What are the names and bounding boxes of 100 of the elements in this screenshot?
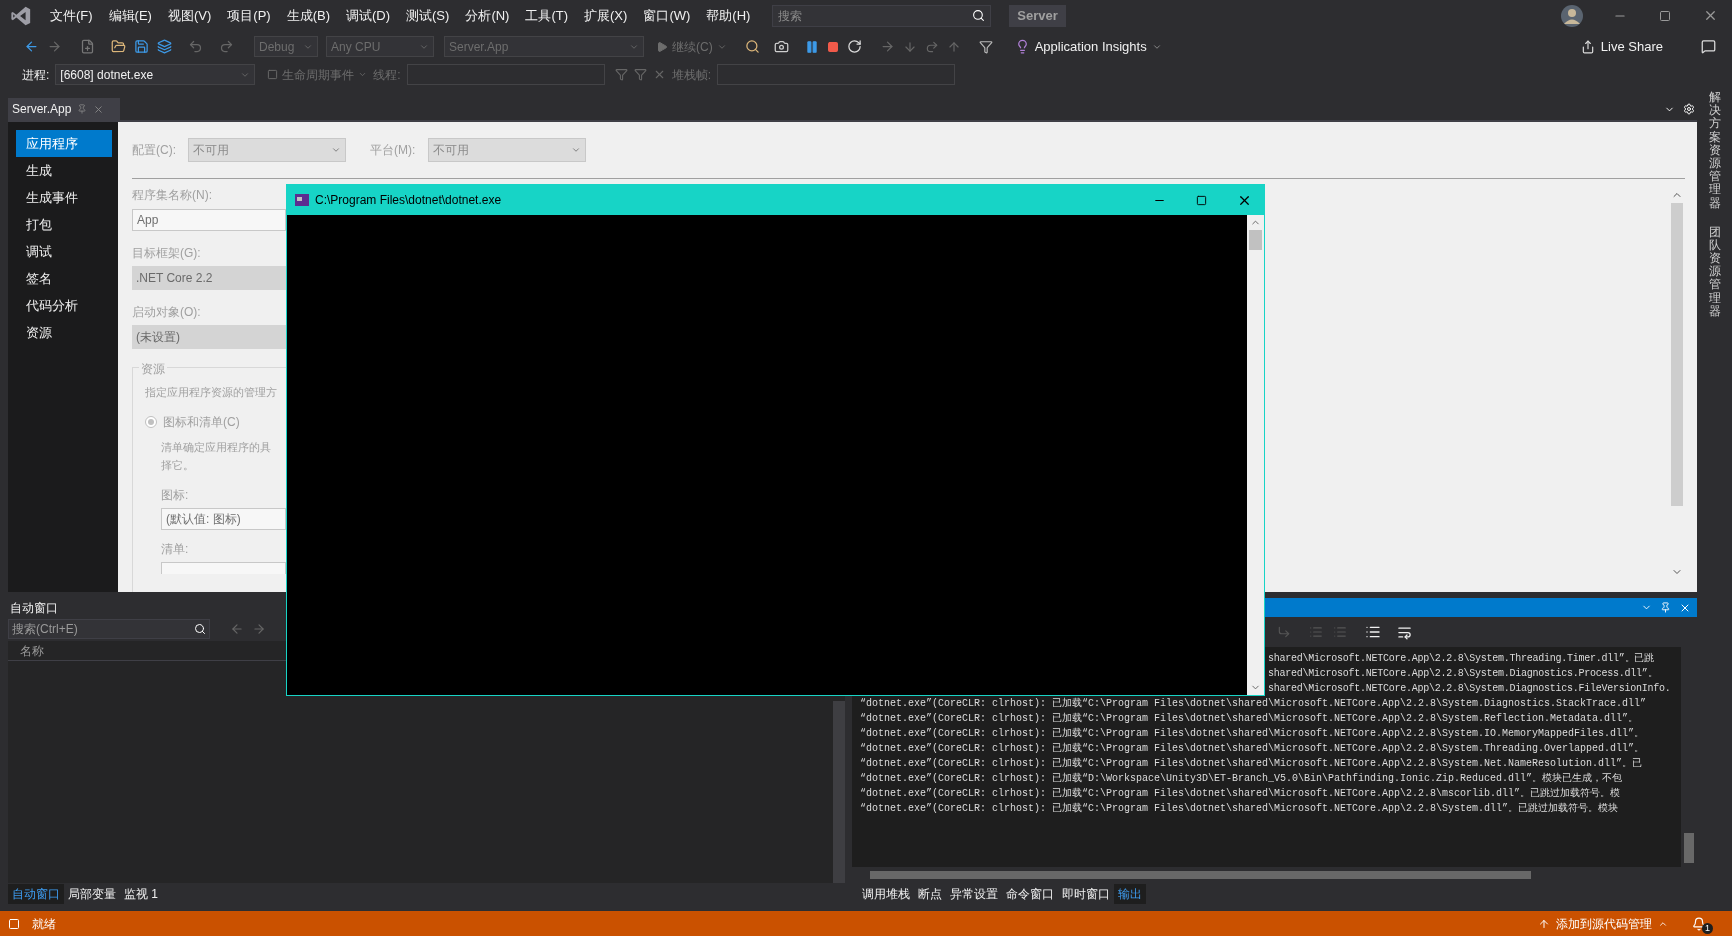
- nav-item[interactable]: 代码分析: [16, 292, 112, 319]
- menu-item[interactable]: 工具(T): [517, 5, 577, 26]
- startup-object-dropdown[interactable]: (未设置): [132, 325, 286, 349]
- forward-icon[interactable]: [47, 39, 62, 54]
- menu-item[interactable]: 扩展(X): [576, 5, 636, 26]
- panel-tab[interactable]: 局部变量: [64, 884, 120, 904]
- configuration-label: 配置(C):: [132, 142, 177, 159]
- output-line: “dotnet.exe”(CoreCLR: clrhost): 已加载“C:\Program Files\dotnet\shared\Microsoft.NETCore.App\2.2.8\mscorlib.dll”。已跳过加载符号。模: [860, 786, 1621, 801]
- thread-label: 线程:: [373, 66, 401, 84]
- panel-tab[interactable]: 命令窗口: [1002, 884, 1058, 904]
- application-insights-button[interactable]: Application Insights: [1014, 36, 1162, 57]
- target-framework-label: 目标框架(G):: [132, 245, 202, 262]
- nav-item[interactable]: 生成事件: [16, 184, 112, 211]
- filter-icon[interactable]: [614, 68, 628, 81]
- menu-item[interactable]: 分析(N): [457, 5, 518, 26]
- option-description: 择它。: [160, 458, 195, 473]
- manifest-dropdown[interactable]: [161, 561, 286, 574]
- menu-item[interactable]: 测试(S): [398, 5, 458, 26]
- undo-icon[interactable]: [188, 39, 203, 54]
- column-header: 名称: [19, 642, 44, 660]
- panel-tab[interactable]: 异常设置: [946, 884, 1002, 904]
- nav-item[interactable]: 应用程序: [16, 130, 112, 157]
- forward-icon[interactable]: [252, 622, 266, 636]
- back-icon[interactable]: [24, 39, 39, 54]
- panel-tab[interactable]: 监视 1: [120, 884, 162, 904]
- source-control-button[interactable]: 添加到源代码管理: [1538, 914, 1668, 933]
- assembly-name-field[interactable]: App: [132, 209, 286, 231]
- step-out-icon[interactable]: [946, 39, 961, 54]
- search-field[interactable]: 搜索: [772, 4, 992, 27]
- menu-item[interactable]: 生成(B): [278, 5, 338, 26]
- play-icon: [656, 40, 668, 53]
- search-icon: [972, 9, 986, 22]
- window-title: C:\Program Files\dotnet\dotnet.exe: [315, 192, 502, 209]
- step-over-icon[interactable]: [924, 39, 939, 54]
- panel-tab[interactable]: 即时窗口: [1058, 884, 1114, 904]
- menu-item[interactable]: 视图(V): [159, 5, 220, 26]
- menu-item[interactable]: 帮助(H): [698, 5, 759, 26]
- stack-frame-label: 堆栈帧:: [671, 66, 712, 84]
- scrollbar-thumb[interactable]: [1249, 230, 1262, 250]
- manifest-label: 清单:: [160, 540, 190, 558]
- close-icon[interactable]: [1703, 8, 1718, 23]
- step-into-icon[interactable]: [902, 39, 917, 54]
- stop-icon[interactable]: [826, 40, 839, 53]
- step-icon[interactable]: [879, 39, 895, 54]
- maximize-icon[interactable]: [1659, 9, 1671, 22]
- save-icon[interactable]: [134, 39, 149, 54]
- option-description: 清单确定应用程序的具: [160, 439, 272, 455]
- settings-icon[interactable]: [1683, 103, 1695, 115]
- avatar-icon[interactable]: [1561, 4, 1583, 27]
- assembly-name-label: 程序集名称(N):: [132, 187, 213, 204]
- nav-item[interactable]: 资源: [16, 319, 112, 346]
- scrollbar[interactable]: [1247, 215, 1264, 695]
- output-line: “dotnet.exe”(CoreCLR: clrhost): 已加载“C:\Program Files\dotnet\shared\Microsoft.NETCore.App\2.2.8\System.Diagnostics.StackTrace.dll”: [860, 696, 1647, 711]
- output-line: shared\Microsoft.NETCore.App\2.2.8\System.Diagnostics.Process.dll”。: [1268, 667, 1658, 681]
- target-framework-dropdown[interactable]: .NET Core 2.2: [132, 266, 286, 290]
- arrow-up-icon: [1538, 917, 1550, 930]
- panel-tab[interactable]: 自动窗口: [8, 884, 64, 904]
- menu-item[interactable]: 编辑(E): [100, 5, 160, 26]
- menu-item[interactable]: 调试(D): [338, 5, 399, 26]
- process-label: 进程:: [22, 66, 50, 84]
- output-line: shared\Microsoft.NETCore.App\2.2.8\System.Threading.Timer.dll”。已跳: [1268, 652, 1654, 666]
- filter-icon[interactable]: [633, 68, 647, 81]
- nav-item[interactable]: 签名: [16, 265, 112, 292]
- pin-icon[interactable]: [1660, 602, 1671, 613]
- radio-button[interactable]: [145, 415, 157, 428]
- search-icon: [194, 623, 206, 635]
- pause-icon[interactable]: [804, 39, 819, 54]
- panel-tab[interactable]: 输出: [1114, 884, 1146, 904]
- process-dropdown[interactable]: [6608] dotnet.exe: [55, 64, 256, 85]
- nav-item[interactable]: 生成: [16, 157, 112, 184]
- maximize-icon[interactable]: [1196, 194, 1207, 206]
- square-icon: [267, 69, 279, 80]
- search-field[interactable]: 搜索(Ctrl+E): [8, 619, 210, 639]
- menu-item[interactable]: 项目(P): [219, 5, 279, 26]
- menu-item[interactable]: 文件(F): [42, 5, 101, 26]
- group-title: 资源: [139, 360, 167, 378]
- panel-tab[interactable]: 调用堆栈: [858, 884, 914, 904]
- document-tab[interactable]: Server.App: [8, 98, 120, 120]
- redo-icon[interactable]: [219, 39, 234, 54]
- menu-item[interactable]: 窗口(W): [635, 5, 699, 26]
- nav-item[interactable]: 打包: [16, 211, 112, 238]
- panel-tab[interactable]: 断点: [914, 884, 946, 904]
- restart-icon[interactable]: [846, 39, 862, 54]
- folder-icon[interactable]: [111, 39, 126, 54]
- word-wrap-icon[interactable]: [1397, 624, 1412, 640]
- caret-icon: [358, 70, 368, 79]
- caret-icon: [331, 145, 341, 155]
- live-share-button[interactable]: Live Share: [1580, 36, 1663, 57]
- pin-icon[interactable]: [77, 104, 88, 114]
- back-icon[interactable]: [230, 622, 244, 636]
- notifications-icon[interactable]: [1692, 916, 1706, 931]
- solution-name-badge: Server: [1009, 4, 1066, 27]
- screenshot-icon[interactable]: [773, 39, 789, 54]
- output-line: “dotnet.exe”(CoreCLR: clrhost): 已加载“D:\Workspace\Unity3D\ET-Branch_V5.0\Bin\Pathfinding.Ionic.Zip.Reduced.dll”。模块已生成，不包: [860, 771, 1623, 786]
- feedback-icon[interactable]: [1701, 39, 1716, 54]
- nav-item[interactable]: 调试: [16, 238, 112, 265]
- new-file-icon[interactable]: [80, 39, 95, 54]
- scrollbar[interactable]: [833, 701, 845, 883]
- icon-dropdown[interactable]: (默认值: 图标): [161, 507, 286, 530]
- find-icon[interactable]: [744, 39, 760, 54]
